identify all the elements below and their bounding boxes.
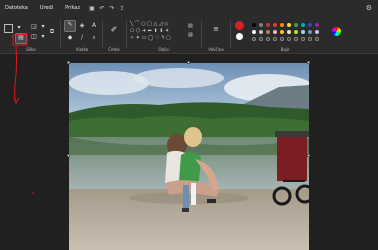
resize-handle-l[interactable] (67, 154, 70, 157)
magnifier-icon[interactable]: ⌕ (90, 34, 98, 42)
color-swatch[interactable] (315, 30, 319, 34)
colors-group-label: Boje (280, 47, 290, 52)
resize-handle-r[interactable] (307, 154, 310, 157)
color-swatch[interactable] (280, 30, 284, 34)
colors-group: Boje (232, 18, 378, 53)
rotate-dropdown-icon[interactable]: ▾ (39, 23, 47, 31)
menu-view[interactable]: Prikaz (60, 5, 87, 11)
empty-color-slot[interactable] (315, 37, 319, 41)
crop-icon[interactable]: ▤ (15, 33, 27, 44)
menu-edit[interactable]: Uredi (35, 5, 60, 11)
pencil-icon[interactable]: ✎ (64, 20, 76, 32)
resize-icon[interactable]: ◲ (30, 23, 38, 31)
redo-icon[interactable]: ↷ (107, 5, 117, 12)
resize-handle-t[interactable] (187, 61, 190, 64)
image-group: ▾ ▤ ◲ ▾ ◫ ▾ ⧉ Slike (2, 18, 60, 53)
ribbon-toolbar: ▾ ▤ ◲ ▾ ◫ ▾ ⧉ Slike ✎ ◈ A ◆ ∕ ⌕ Alatke ✐… (0, 16, 378, 54)
flip-dropdown-icon[interactable]: ▾ (39, 33, 47, 41)
empty-color-slot[interactable] (252, 37, 256, 41)
ribbon-divider (201, 20, 202, 48)
color-swatch[interactable] (301, 30, 305, 34)
empty-color-slot[interactable] (273, 37, 277, 41)
canvas-image[interactable] (69, 63, 309, 250)
empty-color-slot[interactable] (266, 37, 270, 41)
select-icon[interactable] (4, 24, 13, 33)
color-swatch[interactable] (266, 30, 270, 34)
primary-color[interactable] (235, 21, 244, 30)
shapes-group-label: Oblici (158, 47, 170, 52)
resize-handle-tr[interactable] (307, 61, 310, 64)
size-group: ≡ Veličina (203, 18, 229, 53)
size-group-label: Veličina (208, 47, 224, 52)
color-swatch[interactable] (252, 30, 256, 34)
brush-icon[interactable]: ✐ (108, 24, 120, 36)
eraser-icon[interactable]: ◆ (66, 34, 74, 42)
save-icon[interactable]: ▣ (87, 5, 97, 12)
empty-color-slot[interactable] (308, 37, 312, 41)
empty-color-slot[interactable] (301, 37, 305, 41)
ribbon-divider (102, 20, 103, 48)
color-swatch[interactable] (308, 30, 312, 34)
secondary-color[interactable] (236, 33, 243, 40)
ribbon-divider (230, 20, 231, 48)
image-group-label: Slike (26, 47, 36, 52)
photo-scene (69, 63, 309, 250)
empty-color-slot[interactable] (280, 37, 284, 41)
text-icon[interactable]: A (90, 22, 98, 30)
ribbon-divider (60, 20, 61, 48)
outline-icon[interactable]: ▧ (188, 23, 193, 29)
fill-icon[interactable]: ◈ (78, 22, 86, 30)
color-swatch[interactable] (287, 23, 291, 27)
color-swatch[interactable] (294, 23, 298, 27)
brushes-group: ✐ Četke (104, 18, 124, 53)
color-swatch[interactable] (280, 23, 284, 27)
color-swatch[interactable] (266, 23, 270, 27)
brushes-group-label: Četke (108, 47, 120, 52)
color-wheel-icon[interactable] (332, 27, 341, 36)
undo-icon[interactable]: ↶ (97, 5, 107, 12)
cloud (134, 68, 224, 88)
menu-bar: Datoteka Uredi Prikaz ▣ ↶ ↷ ⇪ ⚙ (0, 0, 378, 16)
empty-color-slot[interactable] (294, 37, 298, 41)
empty-color-slot[interactable] (287, 37, 291, 41)
fill-shape-icon[interactable]: ▨ (188, 32, 193, 38)
color-picker-icon[interactable]: ∕ (78, 34, 86, 42)
resize-handle-tl[interactable] (67, 61, 70, 64)
ribbon-divider (126, 20, 127, 48)
color-swatch[interactable] (287, 30, 291, 34)
shape-row-1[interactable]: ╲ ⌒ ○ □ △ ◿ ◇ (130, 21, 168, 27)
color-swatch[interactable] (308, 23, 312, 27)
tools-group-label: Alatke (75, 47, 89, 52)
select-dropdown-icon[interactable]: ▾ (15, 24, 23, 32)
shape-row-3[interactable]: ✧ ✶ ▭ ◯ ♡ ϟ ▢ (130, 35, 171, 41)
color-swatch[interactable] (252, 23, 256, 27)
color-swatch[interactable] (273, 30, 277, 34)
color-swatch[interactable] (315, 23, 319, 27)
size-icon[interactable]: ≡ (211, 25, 221, 33)
shape-row-2[interactable]: ⬠ ⬡ ➜ ⬅ ⬆ ⬇ ✦ (130, 28, 169, 34)
shapes-group: ╲ ⌒ ○ □ △ ◿ ◇ ⬠ ⬡ ➜ ⬅ ⬆ ⬇ ✦ ✧ ✶ ▭ ◯ ♡ ϟ … (128, 18, 200, 53)
paint-window: Datoteka Uredi Prikaz ▣ ↶ ↷ ⇪ ⚙ ▾ ▤ ◲ ▾ … (0, 0, 378, 250)
color-swatch[interactable] (301, 23, 305, 27)
menu-file[interactable]: Datoteka (0, 5, 35, 11)
color-swatch[interactable] (259, 23, 263, 27)
tools-group: ✎ ◈ A ◆ ∕ ⌕ Alatke (62, 18, 102, 53)
color-swatch[interactable] (294, 30, 298, 34)
color-swatch[interactable] (259, 30, 263, 34)
empty-color-slot[interactable] (259, 37, 263, 41)
image-properties-icon[interactable]: ⧉ (47, 28, 57, 36)
rotate-icon[interactable]: ◫ (30, 33, 38, 41)
color-swatch[interactable] (273, 23, 277, 27)
share-icon[interactable]: ⇪ (117, 5, 127, 12)
gear-icon[interactable]: ⚙ (366, 4, 372, 12)
